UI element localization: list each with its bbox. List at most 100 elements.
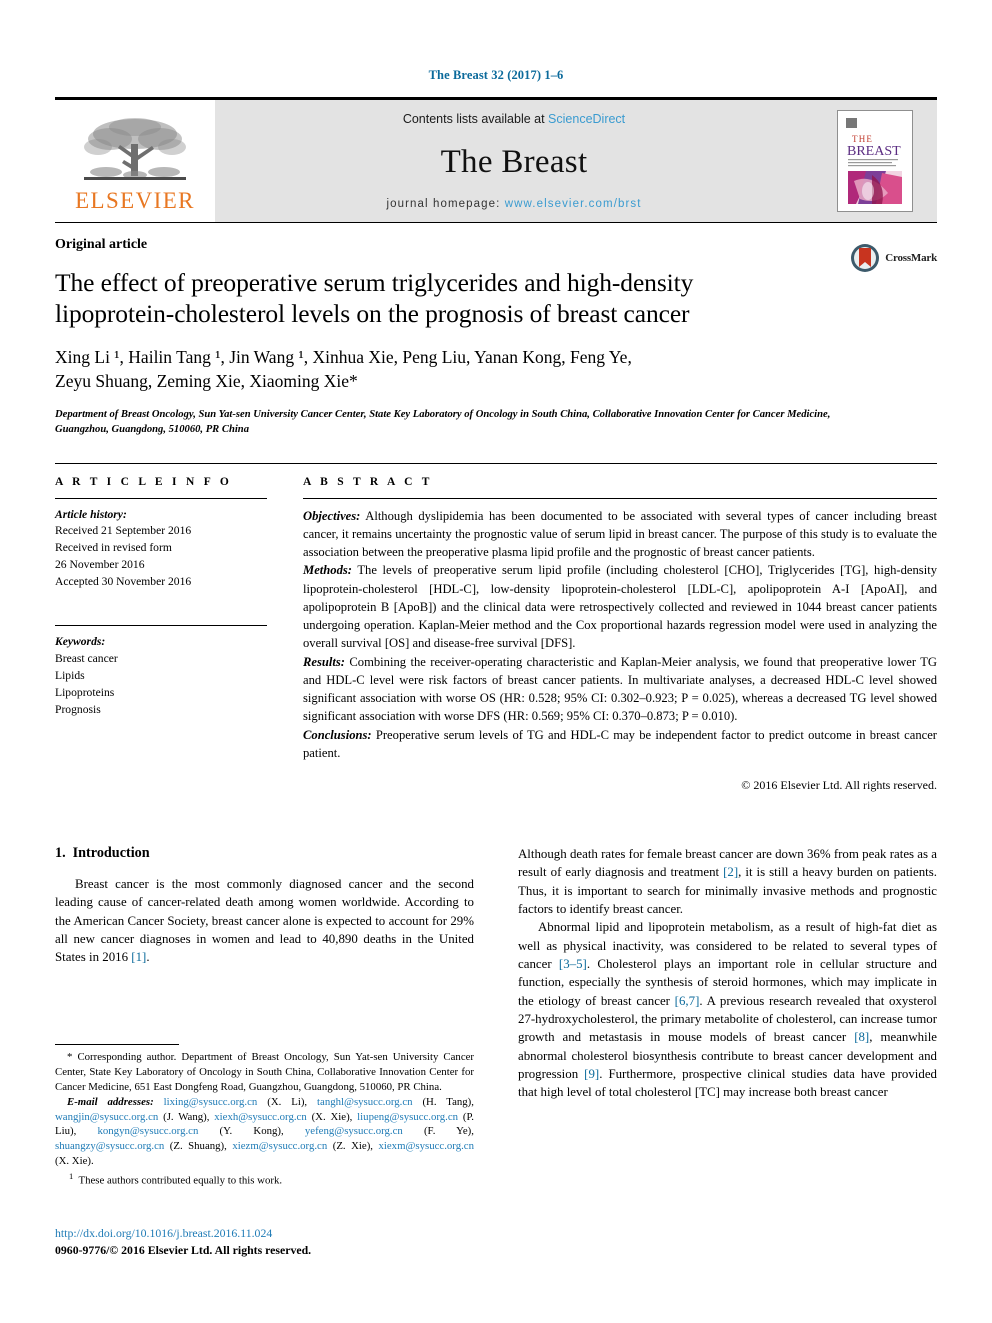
cover-artwork-icon: THE BREAST — [842, 115, 908, 207]
abstract-copyright: © 2016 Elsevier Ltd. All rights reserved… — [741, 778, 937, 793]
footnote-equal-contribution: 1 These authors contributed equally to t… — [55, 1171, 474, 1188]
citation-link[interactable]: [9] — [584, 1067, 599, 1081]
article-info-rule — [55, 497, 267, 499]
equal-contribution-text: These authors contributed equally to thi… — [78, 1174, 283, 1187]
email-person: (F. Ye), — [402, 1125, 474, 1138]
abstract-section-text: Combining the receiver-operating charact… — [303, 654, 937, 724]
sciencedirect-link[interactable]: ScienceDirect — [548, 112, 625, 126]
section-heading-introduction: 1. Introduction — [55, 845, 474, 862]
article-info-heading: A R T I C L E I N F O — [55, 475, 233, 488]
article-info-column: A R T I C L E I N F O Article history: R… — [55, 476, 267, 794]
issn-copyright: 0960-9776/© 2016 Elsevier Ltd. All right… — [55, 1242, 312, 1257]
section-number: 1. — [55, 845, 66, 862]
email-person: (Z. Shuang), — [164, 1140, 233, 1153]
info-abstract-section: A R T I C L E I N F O Article history: R… — [55, 462, 937, 794]
journal-homepage-link[interactable]: www.elsevier.com/brst — [505, 198, 642, 210]
email-link[interactable]: kongyn@sysucc.org.cn — [97, 1125, 198, 1137]
email-link[interactable]: yefeng@sysucc.org.cn — [305, 1125, 403, 1137]
keyword-item: Breast cancer — [55, 652, 118, 666]
abstract-section-text: The levels of preoperative serum lipid p… — [303, 563, 937, 651]
email-link[interactable]: lixing@sysucc.org.cn — [164, 1096, 258, 1108]
email-link[interactable]: liupeng@sysucc.org.cn — [357, 1111, 458, 1123]
abstract-section-text: Preoperative serum levels of TG and HDL-… — [303, 727, 937, 760]
article-history-block: Article history: Received 21 September 2… — [55, 507, 267, 592]
email-person: (X. Xie), — [306, 1110, 358, 1123]
article-type-label: Original article — [55, 237, 148, 252]
affiliation: Department of Breast Oncology, Sun Yat-s… — [55, 408, 831, 435]
history-item: Received 21 September 2016 — [55, 524, 192, 538]
homepage-prefix: journal homepage: — [386, 198, 505, 210]
email-addresses-label: E-mail addresses: — [67, 1095, 154, 1108]
elsevier-tree-icon — [84, 118, 186, 180]
abstract-section: Objectives: Although dyslipidemia has be… — [303, 507, 937, 562]
history-item: 26 November 2016 — [55, 558, 145, 572]
footnotes-block: * Corresponding author. Department of Br… — [55, 1044, 474, 1189]
email-link[interactable]: tanghl@sysucc.org.cn — [317, 1096, 413, 1108]
crossmark-label: CrossMark — [885, 252, 937, 264]
author-line-1: Xing Li ¹, Hailin Tang ¹, Jin Wang ¹, Xi… — [55, 347, 632, 368]
abstract-body: Objectives: Although dyslipidemia has be… — [303, 507, 937, 763]
article-header: Original article The effect of preoperat… — [55, 222, 937, 437]
history-item: Accepted 30 November 2016 — [55, 575, 192, 589]
journal-title: The Breast — [440, 143, 588, 180]
citation-link[interactable]: [6,7] — [675, 994, 700, 1008]
citation-link[interactable]: [2] — [723, 865, 738, 879]
page-title: The effect of preoperative serum triglyc… — [55, 268, 694, 329]
journal-cover-thumbnail[interactable]: THE BREAST — [837, 110, 913, 212]
section-title: Introduction — [72, 845, 150, 862]
running-head: The Breast 32 (2017) 1–6 — [428, 68, 564, 82]
email-person: (X. Xie). — [55, 1155, 94, 1168]
email-link[interactable]: wangjin@sysucc.org.cn — [55, 1111, 158, 1123]
author-list: Xing Li ¹, Hailin Tang ¹, Jin Wang ¹, Xi… — [55, 345, 845, 393]
footnote-emails: E-mail addresses: lixing@sysucc.org.cn (… — [55, 1095, 474, 1169]
email-person: (J. Wang), — [158, 1110, 215, 1123]
keywords-block: Keywords: Breast cancer Lipids Lipoprote… — [55, 634, 267, 719]
doi-link[interactable]: http://dx.doi.org/10.1016/j.breast.2016.… — [55, 1225, 515, 1242]
abstract-section-label: Objectives: — [303, 508, 361, 523]
intro-paragraph: Abnormal lipid and lipoprotein metabolis… — [518, 920, 937, 1100]
contents-prefix: Contents lists available at — [402, 112, 549, 126]
journal-masthead: ELSEVIER Contents lists available at Sci… — [55, 97, 937, 222]
footnote-corresponding-author: * Corresponding author. Department of Br… — [55, 1051, 474, 1093]
intro-paragraph: Although death rates for female breast c… — [518, 847, 937, 916]
masthead-right: THE BREAST — [813, 100, 937, 222]
author-line-2: Zeyu Shuang, Zeming Xie, Xiaoming Xie* — [55, 371, 358, 392]
journal-homepage-line: journal homepage: www.elsevier.com/brst — [386, 198, 641, 210]
footer-doi-block: http://dx.doi.org/10.1016/j.breast.2016.… — [55, 1225, 515, 1259]
abstract-section: Methods: The levels of preoperative seru… — [303, 561, 937, 652]
citation-link[interactable]: [3–5] — [559, 957, 587, 971]
footnote-marker: 1 — [69, 1171, 74, 1182]
abstract-section-label: Methods: — [303, 563, 352, 578]
email-link[interactable]: xiezm@sysucc.org.cn — [232, 1140, 327, 1152]
email-person: (Z. Xie), — [327, 1140, 379, 1153]
intro-paragraph: Breast cancer is the most commonly diagn… — [55, 877, 474, 965]
footnote-rule — [55, 1044, 179, 1045]
svg-text:THE: THE — [852, 134, 873, 144]
abstract-rule — [303, 497, 937, 499]
email-person: (Y. Kong), — [198, 1125, 305, 1138]
abstract-section: Conclusions: Preoperative serum levels o… — [303, 726, 937, 763]
abstract-section-label: Results: — [303, 654, 345, 669]
abstract-section: Results: Combining the receiver-operatin… — [303, 653, 937, 726]
email-link[interactable]: shuangzy@sysucc.org.cn — [55, 1140, 164, 1152]
citation-link[interactable]: [1] — [131, 950, 146, 964]
email-link[interactable]: xiexm@sysucc.org.cn — [378, 1140, 474, 1152]
publisher-logo: ELSEVIER — [55, 100, 215, 222]
abstract-heading: A B S T R A C T — [303, 475, 433, 488]
email-link[interactable]: xiexh@sysucc.org.cn — [214, 1111, 307, 1123]
crossmark-icon — [851, 244, 880, 272]
keywords-label: Keywords: — [55, 635, 106, 649]
history-item: Received in revised form — [55, 541, 172, 555]
citation-link[interactable]: [8] — [854, 1030, 869, 1044]
crossmark-badge[interactable]: CrossMark — [850, 243, 937, 273]
masthead-center: Contents lists available at ScienceDirec… — [215, 100, 813, 222]
article-history-label: Article history: — [55, 507, 127, 521]
article-page: The Breast 32 (2017) 1–6 ELSEVIER Conten… — [0, 0, 992, 1323]
email-person: (H. Tang), — [412, 1095, 474, 1108]
keywords-rule — [55, 625, 267, 627]
elsevier-wordmark: ELSEVIER — [75, 188, 195, 213]
email-person: (X. Li), — [257, 1095, 318, 1108]
keyword-item: Lipoproteins — [55, 685, 115, 699]
keyword-item: Lipids — [55, 669, 85, 683]
